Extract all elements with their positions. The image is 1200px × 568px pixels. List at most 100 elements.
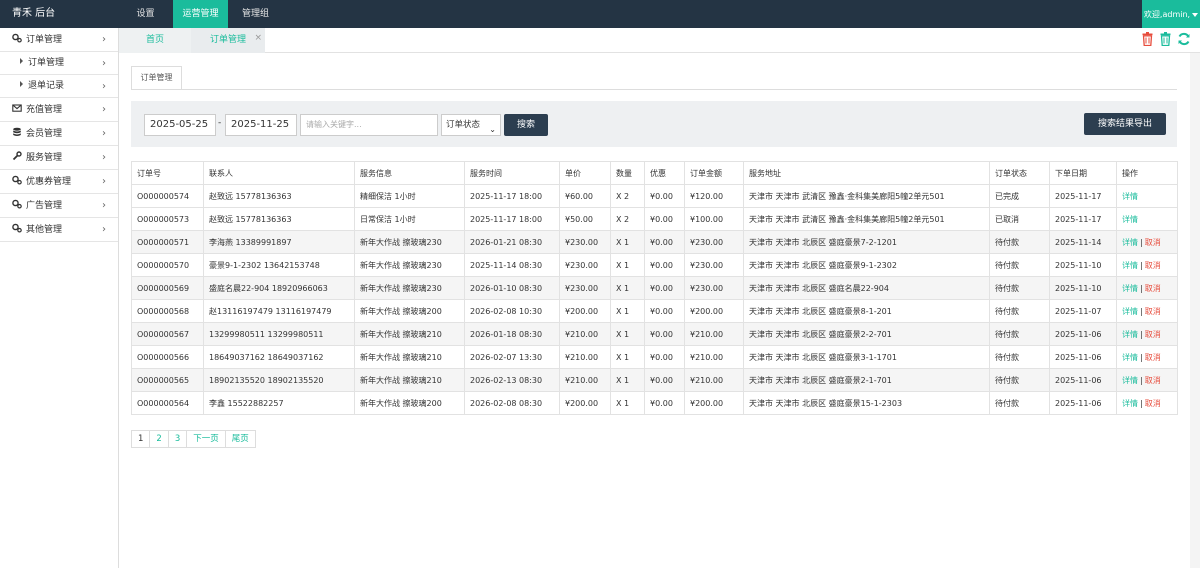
- sidebar-item-other[interactable]: 其他管理 ›: [0, 218, 118, 242]
- chevron-down-icon: [1192, 12, 1199, 17]
- nav-admin-group[interactable]: 管理组: [228, 0, 283, 28]
- nav-settings[interactable]: 设置: [118, 0, 173, 28]
- cancel-link[interactable]: 取消: [1145, 307, 1161, 316]
- action-separator: |: [1140, 375, 1143, 385]
- user-menu[interactable]: 欢迎,admin,: [1142, 0, 1200, 28]
- column-header: 联系人: [203, 161, 355, 185]
- cell-date: 2025-11-07: [1049, 299, 1117, 323]
- page-3-button[interactable]: 3: [167, 430, 188, 448]
- detail-link[interactable]: 详情: [1122, 330, 1138, 339]
- scrollbar[interactable]: [1190, 53, 1200, 568]
- search-button[interactable]: 搜索: [504, 114, 548, 136]
- detail-link[interactable]: 详情: [1122, 261, 1138, 270]
- cell-amount: ¥200.00: [684, 299, 744, 323]
- action-separator: |: [1140, 283, 1143, 293]
- keyword-input[interactable]: 请输入关键字...: [300, 114, 438, 136]
- next-page-button[interactable]: 下一页: [186, 430, 226, 448]
- chevron-right-icon: ›: [102, 200, 106, 211]
- cell-contact: 赵致远 15778136363: [203, 207, 355, 231]
- cancel-link[interactable]: 取消: [1145, 284, 1161, 293]
- tab-home[interactable]: 首页: [119, 28, 191, 53]
- cell-status: 已取消: [989, 207, 1050, 231]
- table-row: O000000574 赵致远 15778136363 精细保洁 1小时 2025-11…: [131, 184, 1178, 208]
- cell-qty: X 1: [610, 230, 645, 254]
- sidebar-subitem-refund-records[interactable]: 退单记录 ›: [0, 75, 118, 98]
- table-row: O000000568 赵13116197479 13116197479 新年大作战 …: [131, 299, 1178, 323]
- trash-all-icon[interactable]: [1159, 32, 1172, 47]
- action-separator: |: [1140, 237, 1143, 247]
- cell-time: 2026-01-10 08:30: [464, 276, 560, 300]
- cell-date: 2025-11-10: [1049, 276, 1117, 300]
- action-separator: |: [1140, 352, 1143, 362]
- cancel-link[interactable]: 取消: [1145, 330, 1161, 339]
- detail-link[interactable]: 详情: [1122, 353, 1138, 362]
- tab-label: 订单管理: [209, 35, 246, 45]
- sidebar-item-services[interactable]: 服务管理 ›: [0, 146, 118, 170]
- table-row: O000000565 18902135520 18902135520 新年大作战 擦…: [131, 368, 1178, 392]
- sidebar-subitem-order-management[interactable]: 订单管理 ›: [0, 52, 118, 75]
- tab-order-management[interactable]: 订单管理 ×: [191, 28, 265, 53]
- detail-link[interactable]: 详情: [1122, 215, 1138, 224]
- gears-icon: [12, 33, 22, 43]
- cell-actions: 详情 | 取消: [1116, 276, 1178, 300]
- page-2-button[interactable]: 2: [149, 430, 169, 448]
- cell-id: O000000567: [131, 322, 204, 346]
- close-icon[interactable]: ×: [254, 26, 262, 51]
- end-date-input[interactable]: 2025-11-25: [225, 114, 297, 136]
- panel-tab-orders[interactable]: 订单管理: [131, 66, 182, 90]
- start-date-input[interactable]: 2025-05-25: [144, 114, 216, 136]
- detail-link[interactable]: 详情: [1122, 376, 1138, 385]
- cell-address: 天津市 天津市 北辰区 盛庭豪景8-1-201: [743, 299, 990, 323]
- cell-discount: ¥0.00: [644, 345, 685, 369]
- order-status-select[interactable]: 订单状态 ⌄: [441, 114, 501, 136]
- cell-id: O000000565: [131, 368, 204, 392]
- cell-address: 天津市 天津市 北辰区 盛庭豪景2-2-701: [743, 322, 990, 346]
- divider: [131, 89, 1177, 90]
- sidebar-item-ads[interactable]: 广告管理 ›: [0, 194, 118, 218]
- sidebar-item-label: 其他管理: [26, 225, 63, 235]
- cell-date: 2025-11-17: [1049, 184, 1117, 208]
- detail-link[interactable]: 详情: [1122, 399, 1138, 408]
- cell-contact: 18902135520 18902135520: [203, 368, 355, 392]
- cell-contact: 18649037162 18649037162: [203, 345, 355, 369]
- cell-price: ¥210.00: [559, 368, 611, 392]
- cell-qty: X 1: [610, 391, 645, 415]
- cell-discount: ¥0.00: [644, 276, 685, 300]
- table-row: O000000564 李鑫 15522882257 新年大作战 擦玻璃200 2026…: [131, 391, 1178, 415]
- nav-operations[interactable]: 运营管理: [173, 0, 228, 28]
- trash-icon[interactable]: [1141, 32, 1154, 47]
- cell-amount: ¥210.00: [684, 322, 744, 346]
- last-page-button[interactable]: 尾页: [224, 430, 256, 448]
- cancel-link[interactable]: 取消: [1145, 376, 1161, 385]
- cell-amount: ¥200.00: [684, 391, 744, 415]
- cell-service: 新年大作战 擦玻璃210: [354, 345, 465, 369]
- detail-link[interactable]: 详情: [1122, 238, 1138, 247]
- cell-address: 天津市 天津市 北辰区 盛庭豪景3-1-1701: [743, 345, 990, 369]
- cell-service: 新年大作战 擦玻璃200: [354, 391, 465, 415]
- refresh-icon[interactable]: [1177, 32, 1190, 46]
- detail-link[interactable]: 详情: [1122, 307, 1138, 316]
- cancel-link[interactable]: 取消: [1145, 238, 1161, 247]
- sidebar: 订单管理 › 订单管理 › 退单记录 › 充值管理 › 会员管理 › 服务管理 …: [0, 28, 119, 568]
- cell-discount: ¥0.00: [644, 253, 685, 277]
- cell-actions: 详情: [1116, 184, 1178, 208]
- search-bar: 2025-05-25 - 2025-11-25 请输入关键字... 订单状态 ⌄ …: [131, 101, 1177, 147]
- export-button[interactable]: 搜索结果导出: [1084, 113, 1166, 135]
- cell-address: 天津市 天津市 北辰区 盛庭豪景7-2-1201: [743, 230, 990, 254]
- sidebar-item-recharge[interactable]: 充值管理 ›: [0, 98, 118, 122]
- action-separator: |: [1140, 260, 1143, 270]
- cell-id: O000000571: [131, 230, 204, 254]
- detail-link[interactable]: 详情: [1122, 192, 1138, 201]
- cell-service: 新年大作战 擦玻璃200: [354, 299, 465, 323]
- cell-date: 2025-11-06: [1049, 322, 1117, 346]
- sidebar-item-orders[interactable]: 订单管理 ›: [0, 28, 118, 52]
- chevron-right-icon: ›: [102, 152, 106, 163]
- cancel-link[interactable]: 取消: [1145, 399, 1161, 408]
- detail-link[interactable]: 详情: [1122, 284, 1138, 293]
- page-1-button[interactable]: 1: [131, 430, 151, 448]
- cancel-link[interactable]: 取消: [1145, 353, 1161, 362]
- sidebar-item-members[interactable]: 会员管理 ›: [0, 122, 118, 146]
- sidebar-item-coupons[interactable]: 优惠券管理 ›: [0, 170, 118, 194]
- table-row: O000000571 李海燕 13389991897 新年大作战 擦玻璃230 202…: [131, 230, 1178, 254]
- cancel-link[interactable]: 取消: [1145, 261, 1161, 270]
